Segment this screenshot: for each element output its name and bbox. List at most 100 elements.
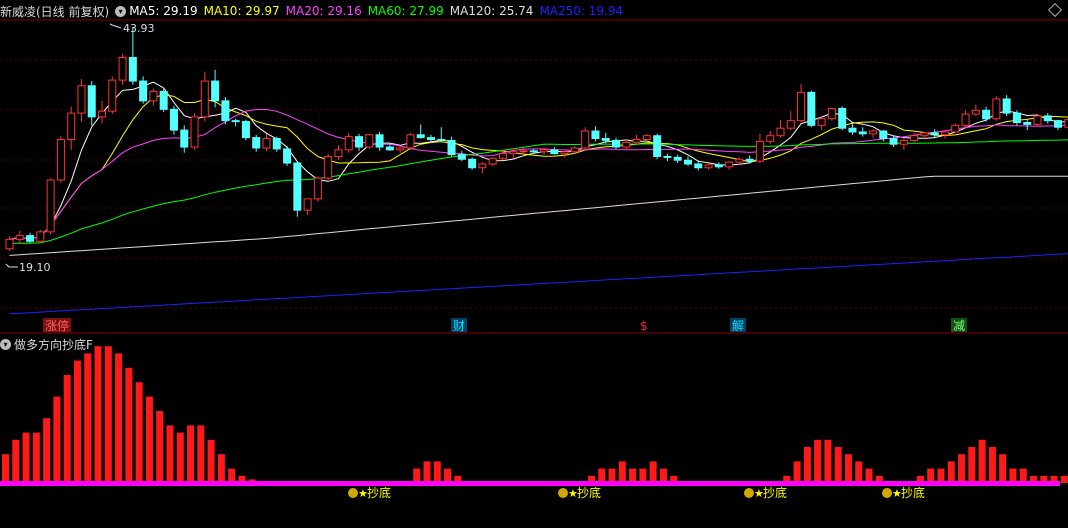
- candle: [457, 150, 466, 162]
- candle: [704, 163, 713, 170]
- candle: [149, 88, 158, 106]
- ma-legend-item: MA250: 19.94: [539, 4, 624, 18]
- candle: [406, 132, 415, 150]
- indicator-bar: [824, 439, 832, 483]
- candle: [858, 127, 867, 137]
- candle: [231, 118, 240, 127]
- candle: [550, 147, 559, 155]
- candle: [673, 154, 682, 164]
- indicator-bar: [104, 346, 112, 483]
- indicator-bar: [629, 468, 637, 483]
- indicator-bar: [855, 461, 863, 483]
- indicator-bar: [598, 468, 606, 483]
- indicator-bar: [53, 396, 61, 483]
- candle: [180, 125, 189, 153]
- event-markers: 涨停 财 $ 解 减: [43, 318, 967, 333]
- money-bag-star-icon: ★: [744, 487, 764, 500]
- candle: [1002, 95, 1011, 116]
- indicator-bar: [834, 447, 842, 483]
- indicator-bar: [937, 468, 945, 483]
- indicator-bar: [2, 454, 9, 483]
- candle: [262, 133, 271, 151]
- candle: [488, 157, 497, 166]
- signal-label: 抄底: [577, 485, 601, 500]
- indicator-bar: [803, 447, 811, 483]
- candle: [725, 161, 734, 170]
- indicator-bar: [207, 439, 215, 483]
- candle: [1033, 114, 1042, 127]
- event-marker: 财: [453, 319, 465, 333]
- candle: [313, 176, 322, 202]
- indicator-bar: [125, 367, 133, 483]
- indicator-bar: [844, 454, 852, 483]
- candle: [344, 132, 353, 153]
- indicator-bar: [1009, 468, 1017, 483]
- chart-svg: 43.9319.10 涨停财 $ 解减 ★ 抄底 ★ 抄底 ★ 抄底 ★ 抄底: [0, 19, 1068, 500]
- candle: [992, 96, 1001, 121]
- indicator-bar: [659, 468, 667, 483]
- candle: [108, 76, 117, 115]
- chevron-down-icon[interactable]: ▾: [115, 5, 127, 17]
- candle: [77, 79, 86, 122]
- ma-line-ma120: [9, 175, 1068, 256]
- candle: [26, 232, 35, 244]
- money-bag-star-icon: ★: [882, 487, 902, 500]
- ma-legend-item: MA60: 27.99: [367, 4, 444, 18]
- candle: [396, 146, 405, 153]
- ma-legend-item: MA5: 29.19: [129, 4, 198, 18]
- indicator-bar: [649, 461, 657, 483]
- ma-line-ma5: [9, 81, 1068, 240]
- main-chart-header: 新威凌(日线 前复权) ▾ MA5: 29.19 MA10: 29.97 MA20:…: [0, 2, 629, 20]
- candle: [478, 162, 487, 174]
- indicator-bar: [176, 432, 184, 483]
- ma-line-ma250: [9, 253, 1068, 315]
- grid: [0, 19, 1068, 334]
- indicator-bar: [187, 425, 195, 483]
- candle: [653, 133, 662, 160]
- candle: [982, 106, 991, 122]
- candle: [930, 129, 939, 138]
- candle: [98, 100, 107, 124]
- indicator-bar: [73, 360, 81, 483]
- indicator-bar: [999, 454, 1007, 483]
- candle: [437, 127, 446, 142]
- candle: [118, 53, 127, 85]
- indicator-bar: [423, 461, 431, 483]
- candle: [169, 105, 178, 135]
- candle: [139, 76, 148, 104]
- indicator-bar: [22, 432, 30, 483]
- indicator-bar: [94, 346, 102, 483]
- indicator-bar: [217, 454, 225, 483]
- signal-label: 抄底: [763, 485, 787, 500]
- indicator-bar: [1019, 468, 1027, 483]
- indicator-bar: [865, 468, 873, 483]
- indicator-bar: [978, 439, 986, 483]
- high-price-label: 43.93: [123, 22, 155, 35]
- candle: [612, 137, 621, 149]
- indicator-bar: [32, 432, 40, 483]
- candle: [56, 135, 65, 183]
- candle: [468, 157, 477, 170]
- indicator-bar: [618, 461, 626, 483]
- ma-legend-item: MA10: 29.97: [203, 4, 280, 18]
- candle: [786, 111, 795, 131]
- indicator-title: 做多方向抄底F: [14, 338, 93, 352]
- chevron-down-icon[interactable]: ▾: [0, 339, 11, 350]
- candle: [714, 162, 723, 169]
- candle: [283, 146, 292, 166]
- candle: [581, 127, 590, 150]
- candle: [15, 230, 24, 245]
- indicator-bar: [793, 461, 801, 483]
- candle: [67, 106, 76, 150]
- candle: [324, 153, 333, 181]
- ma-line-ma10: [9, 94, 1068, 240]
- stock-title: 新威凌(日线 前复权): [0, 4, 110, 19]
- ma-line-ma20: [9, 109, 1068, 240]
- indicator-bar: [135, 382, 143, 483]
- candle: [869, 129, 878, 138]
- candle: [560, 150, 569, 158]
- ma-lines: [9, 81, 1068, 315]
- candle: [252, 134, 261, 152]
- indicator-bar: [145, 396, 153, 483]
- candle: [211, 69, 220, 108]
